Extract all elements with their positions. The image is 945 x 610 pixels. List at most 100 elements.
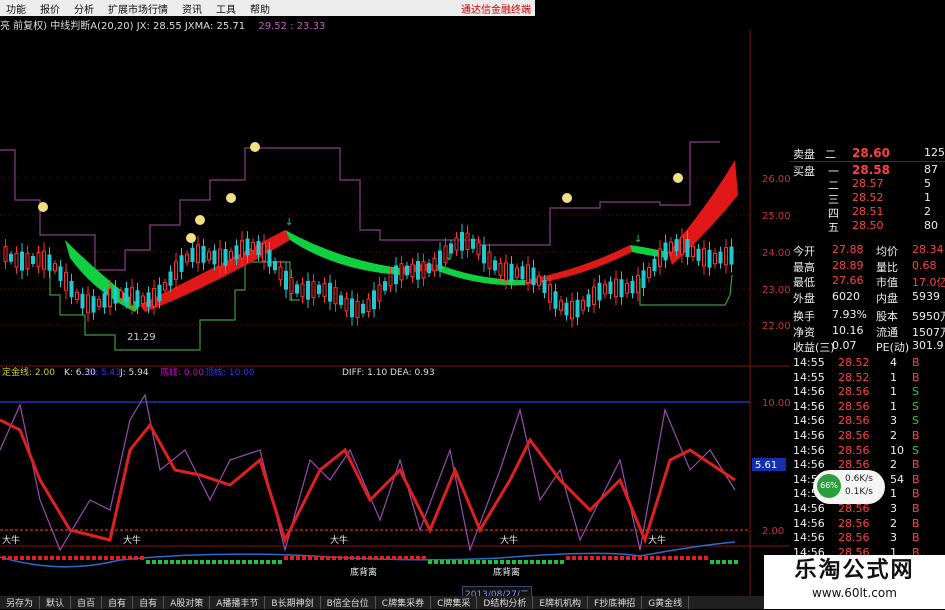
stat-row: 最低 27.66 市值 17.0亿 xyxy=(793,274,945,289)
menu-item-news[interactable]: 资讯 xyxy=(176,1,210,16)
buy-level-row: 二 28.57 5 xyxy=(828,177,931,192)
formula-tab[interactable]: 自有 xyxy=(102,596,134,609)
candle-body xyxy=(207,251,211,261)
macd-bar xyxy=(482,560,486,564)
candle-body xyxy=(223,248,228,266)
macd-bar xyxy=(560,560,564,564)
macd-bar xyxy=(668,556,672,560)
formula-tab[interactable]: B长期神剑 xyxy=(265,596,321,609)
tick-row: 14:56 28.56 1 S xyxy=(793,399,919,413)
buy-level-row: 三 28.52 1 xyxy=(828,191,931,206)
buy-level-row: 四 28.51 2 xyxy=(828,205,931,220)
candle-body xyxy=(372,290,376,310)
candle-body xyxy=(718,251,723,264)
candle-body xyxy=(630,280,635,294)
formula-tab[interactable]: 自百 xyxy=(71,596,103,609)
candle-body xyxy=(201,246,206,263)
macd-bar xyxy=(614,556,618,560)
candle-body xyxy=(86,294,90,314)
formula-tab[interactable]: B倍全台位 xyxy=(321,596,376,609)
axis-label-26: 26.00 xyxy=(762,174,790,185)
formula-tab[interactable]: 自有 xyxy=(133,596,165,609)
macd-bar xyxy=(32,556,36,560)
macd-bar xyxy=(50,556,54,560)
kline-chart[interactable]: 26.00 25.00 24.00 23.00 22.00 ↓↓↓ 21.29 … xyxy=(0,30,790,596)
svg-text:底线: 0.00: 底线: 0.00 xyxy=(160,366,204,378)
formula-tab[interactable]: E牌机机构 xyxy=(533,596,589,609)
macd-bar xyxy=(638,556,642,560)
candle-body xyxy=(713,252,717,265)
macd-bar xyxy=(2,556,6,560)
candle-body xyxy=(328,282,332,302)
macd-bar xyxy=(68,556,72,560)
macd-bar xyxy=(392,556,396,560)
tick-row: 14:56 28.56 3 B xyxy=(793,502,920,515)
macd-bar xyxy=(530,560,534,564)
candle-body xyxy=(113,287,118,304)
formula-tab[interactable]: D结构分析 xyxy=(477,596,534,609)
candle-body xyxy=(179,255,184,272)
candle-body xyxy=(680,236,684,255)
macd-bar xyxy=(128,556,132,560)
macd-bar xyxy=(476,560,480,564)
candle-body xyxy=(581,299,585,311)
menu-item-analysis[interactable]: 分析 xyxy=(68,1,102,16)
macd-bar xyxy=(650,556,654,560)
candle-body xyxy=(350,298,354,318)
candle-body xyxy=(245,238,250,256)
tick-row: 14:56 28.56 3 S xyxy=(793,414,919,428)
menu-item-tools[interactable]: 工具 xyxy=(210,1,244,16)
menu-item-quote[interactable]: 报价 xyxy=(34,1,68,16)
macd-bar xyxy=(446,560,450,564)
formula-tab[interactable]: 另存为 xyxy=(0,596,41,609)
formula-tab[interactable]: C牌集采券 xyxy=(376,596,432,609)
formula-tab[interactable]: F抄底神招 xyxy=(588,596,643,609)
brand-title: 通达信金融终端 xyxy=(461,4,531,16)
candle-body xyxy=(196,244,200,264)
candle-body xyxy=(25,252,30,269)
macd-bar xyxy=(464,560,468,564)
macd-bar xyxy=(98,556,102,560)
candle-body xyxy=(597,282,602,301)
candle-body xyxy=(405,265,409,276)
candle-body xyxy=(278,266,283,281)
candle-body xyxy=(586,294,591,307)
macd-bar xyxy=(578,556,582,560)
formula-tab[interactable]: 默认 xyxy=(40,596,72,609)
macd-bar xyxy=(572,556,576,560)
menu-item-help[interactable]: 帮助 xyxy=(244,1,278,16)
svg-text:10.00: 10.00 xyxy=(762,398,790,409)
stat-row: 净资10.16流通1507万 xyxy=(793,323,945,339)
menu-item-extended-market[interactable]: 扩展市场行情 xyxy=(102,1,176,16)
macd-bar xyxy=(602,556,606,560)
candle-body xyxy=(9,253,13,262)
menu-item-function[interactable]: 功能 xyxy=(0,1,34,16)
macd-bar xyxy=(704,556,708,560)
formula-tab[interactable]: G黄金线 xyxy=(642,596,690,609)
macd-bar xyxy=(344,556,348,560)
stat-row: 换手7.93%股本5950万 xyxy=(793,308,945,323)
candle-body xyxy=(135,290,140,307)
macd-bar xyxy=(374,556,378,560)
candle-body xyxy=(339,295,343,305)
candle-body xyxy=(559,300,563,311)
formula-tab[interactable]: A股对策 xyxy=(164,596,211,609)
formula-tab[interactable]: A播播丰节 xyxy=(210,596,266,609)
candle-body xyxy=(289,277,294,295)
macd-bar xyxy=(656,556,660,560)
macd-bar xyxy=(38,556,42,560)
svg-text:顶线: 10.00: 顶线: 10.00 xyxy=(205,366,255,378)
macd-bar xyxy=(368,556,372,560)
candle-body xyxy=(537,275,541,286)
macd-bar xyxy=(710,560,714,564)
macd-bar xyxy=(410,556,414,560)
formula-tab[interactable]: C牌集采 xyxy=(431,596,478,609)
macd-bar xyxy=(686,556,690,560)
macd-bar xyxy=(146,560,150,564)
macd-bar xyxy=(728,560,732,564)
candle-body xyxy=(146,292,151,307)
candle-body xyxy=(124,287,129,303)
macd-bar xyxy=(434,560,438,564)
macd-bar xyxy=(92,556,96,560)
candle-body xyxy=(168,271,173,286)
